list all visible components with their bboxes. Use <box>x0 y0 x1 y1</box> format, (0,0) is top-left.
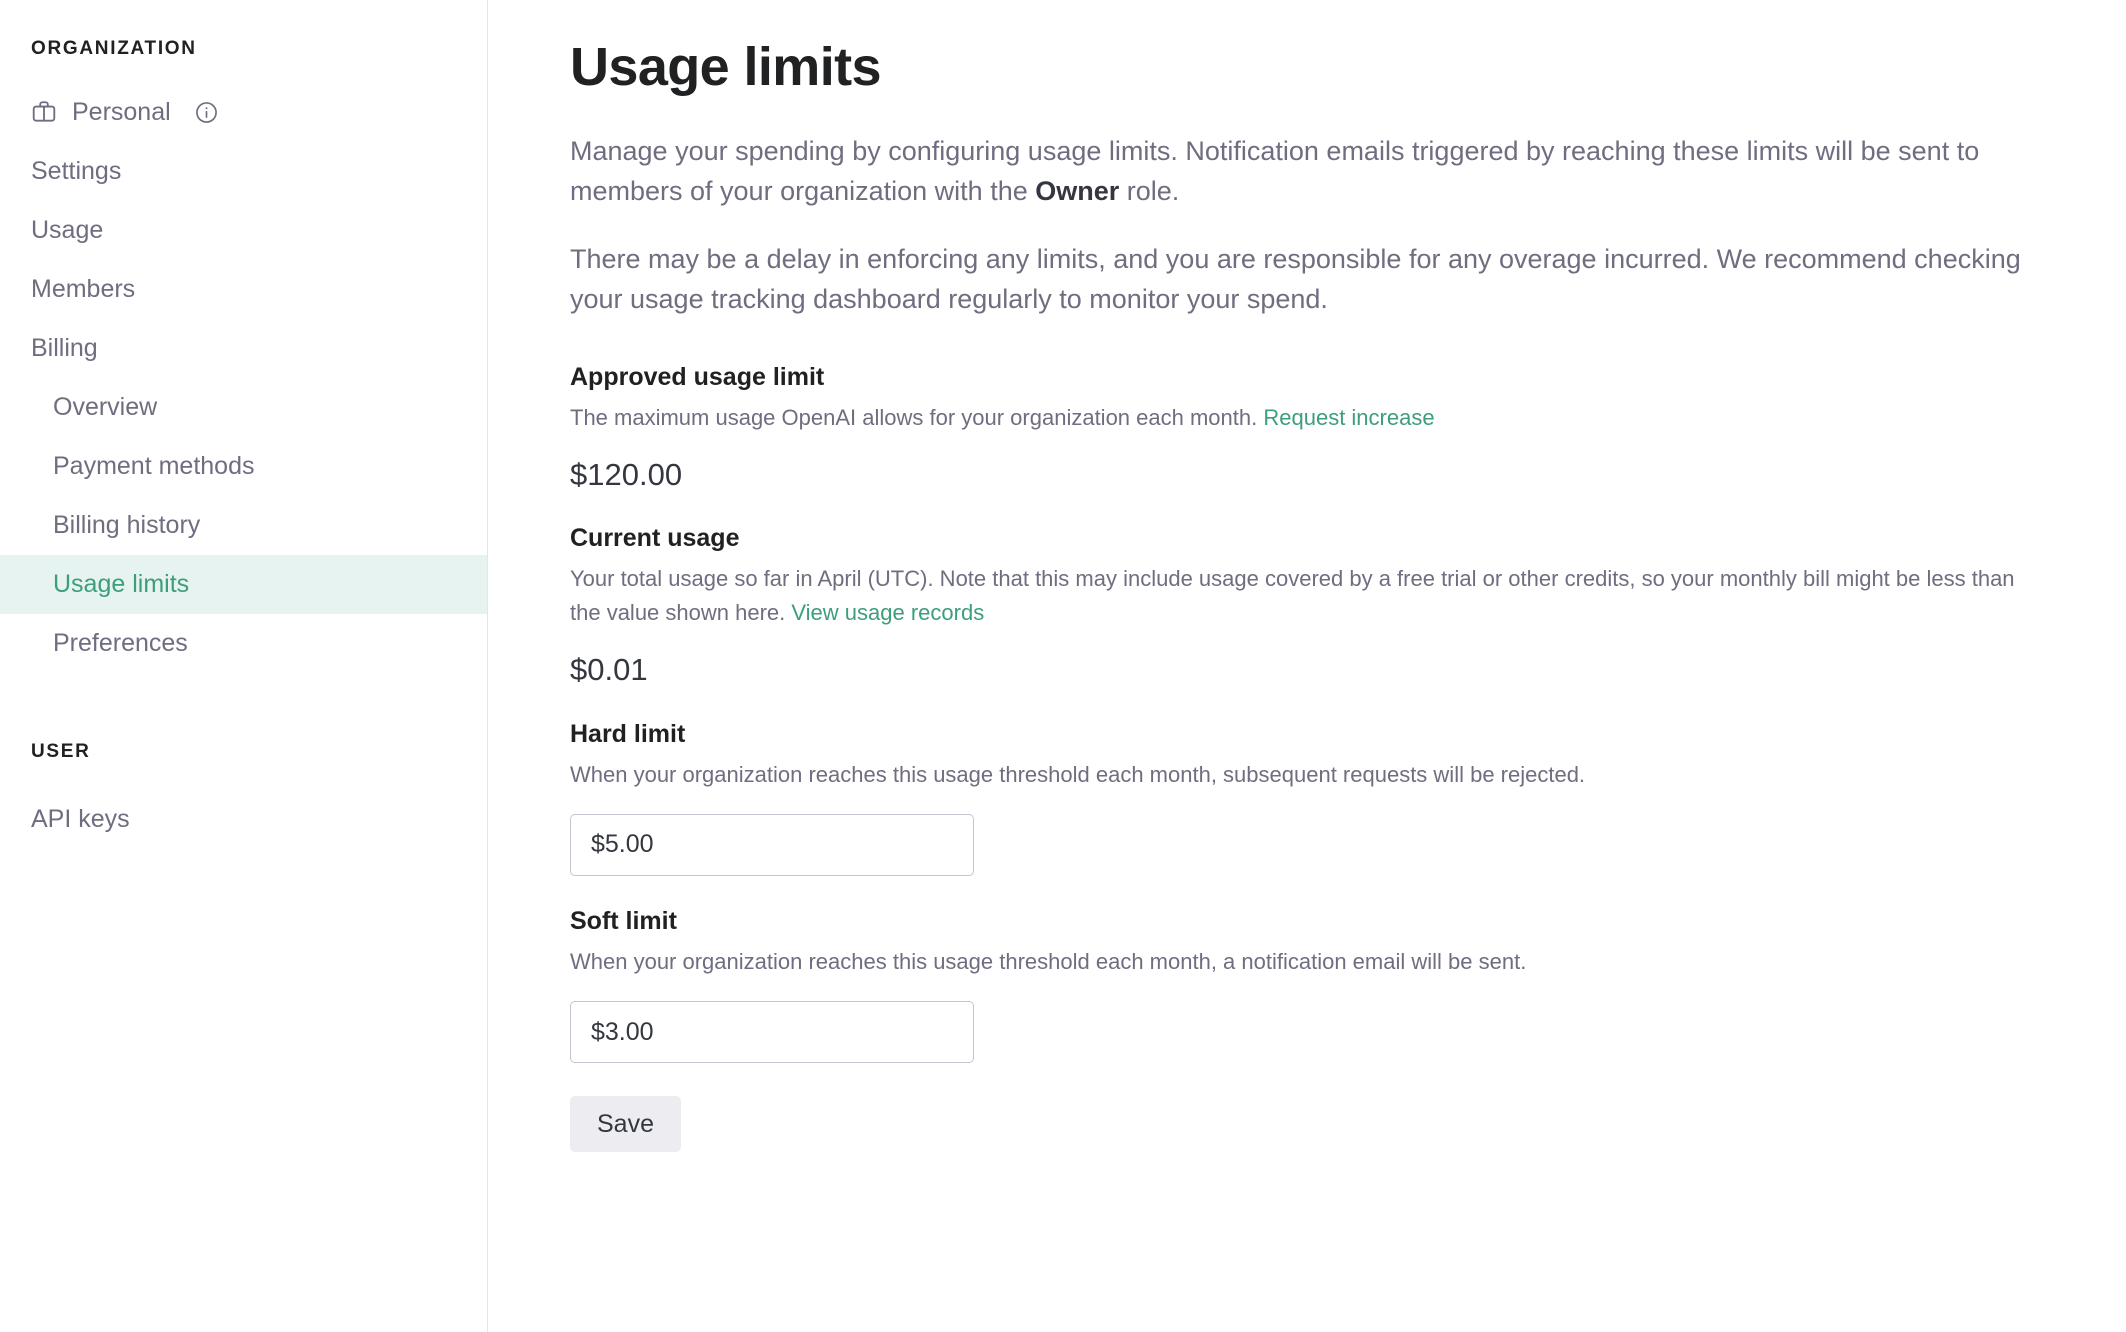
sidebar-item-label: Usage limits <box>53 569 190 598</box>
sidebar-item-members[interactable]: Members <box>0 260 487 319</box>
sidebar-item-billing-history[interactable]: Billing history <box>0 496 487 555</box>
sidebar-item-label: Billing history <box>53 510 201 539</box>
sidebar-item-billing[interactable]: Billing <box>0 319 487 378</box>
sidebar-item-preferences[interactable]: Preferences <box>0 614 487 673</box>
sidebar-item-label: Personal <box>72 97 171 126</box>
soft-limit-heading: Soft limit <box>570 906 677 935</box>
save-button[interactable]: Save <box>570 1096 681 1153</box>
owner-role-emphasis: Owner <box>1035 175 1120 206</box>
sidebar-section-user-label: USER <box>31 740 91 762</box>
approved-usage-limit-heading: Approved usage limit <box>570 362 825 391</box>
sidebar-item-personal[interactable]: Personal <box>0 83 487 142</box>
sidebar-item-settings[interactable]: Settings <box>0 142 487 201</box>
main-content: Usage limits Manage your spending by con… <box>488 0 2126 1332</box>
current-usage-heading: Current usage <box>570 524 740 553</box>
current-usage-section: Current usage Your total usage so far in… <box>570 523 2066 688</box>
info-icon[interactable] <box>194 100 219 125</box>
sidebar-item-overview[interactable]: Overview <box>0 378 487 437</box>
sidebar-item-label: Members <box>31 274 136 303</box>
approved-usage-limit-value: $120.00 <box>570 457 683 493</box>
sidebar-item-label: Payment methods <box>53 451 255 480</box>
current-usage-description: Your total usage so far in April (UTC). … <box>570 562 2030 629</box>
approved-usage-limit-description: The maximum usage OpenAI allows for your… <box>570 401 2030 434</box>
view-usage-records-link[interactable]: View usage records <box>791 600 984 625</box>
sidebar-item-label: Settings <box>31 156 122 185</box>
request-increase-link[interactable]: Request increase <box>1263 405 1434 430</box>
hard-limit-description: When your organization reaches this usag… <box>570 761 1586 787</box>
hard-limit-section: Hard limit When your organization reache… <box>570 719 2066 876</box>
sidebar-item-usage-limits[interactable]: Usage limits <box>0 554 487 614</box>
sidebar-item-label: Preferences <box>53 628 188 657</box>
approved-usage-limit-description-text: The maximum usage OpenAI allows for your… <box>570 404 1258 430</box>
intro-paragraph-1-text-before: Manage your spending by configuring usag… <box>570 136 1980 206</box>
sidebar: ORGANIZATION Personal Settings Usage Mem… <box>0 0 488 1332</box>
current-usage-value: $0.01 <box>570 652 648 688</box>
soft-limit-description: When your organization reaches this usag… <box>570 948 1527 974</box>
soft-limit-section: Soft limit When your organization reache… <box>570 906 2066 1064</box>
intro-paragraph-2: There may be a delay in enforcing any li… <box>570 244 2021 315</box>
intro-paragraph-1-text-after: role. <box>1119 175 1180 206</box>
sidebar-section-organization-label: ORGANIZATION <box>31 38 197 59</box>
hard-limit-heading: Hard limit <box>570 719 686 748</box>
sidebar-item-label: Billing <box>31 333 98 362</box>
soft-limit-input[interactable] <box>570 1001 974 1064</box>
sidebar-item-label: Usage <box>31 215 104 244</box>
sidebar-item-payment-methods[interactable]: Payment methods <box>0 437 487 496</box>
sidebar-item-label: API keys <box>31 804 130 833</box>
sidebar-item-usage[interactable]: Usage <box>0 201 487 260</box>
sidebar-item-api-keys[interactable]: API keys <box>0 790 487 849</box>
usage-limits-page: ORGANIZATION Personal Settings Usage Mem… <box>0 0 2126 1332</box>
intro-paragraph-1: Manage your spending by configuring usag… <box>570 132 2045 211</box>
current-usage-description-text: Your total usage so far in April (UTC). … <box>570 566 2015 625</box>
hard-limit-input[interactable] <box>570 813 974 876</box>
page-title: Usage limits <box>570 37 882 97</box>
approved-usage-limit-section: Approved usage limit The maximum usage O… <box>570 362 2066 494</box>
sidebar-item-label: Overview <box>53 392 158 421</box>
briefcase-icon <box>31 99 57 125</box>
